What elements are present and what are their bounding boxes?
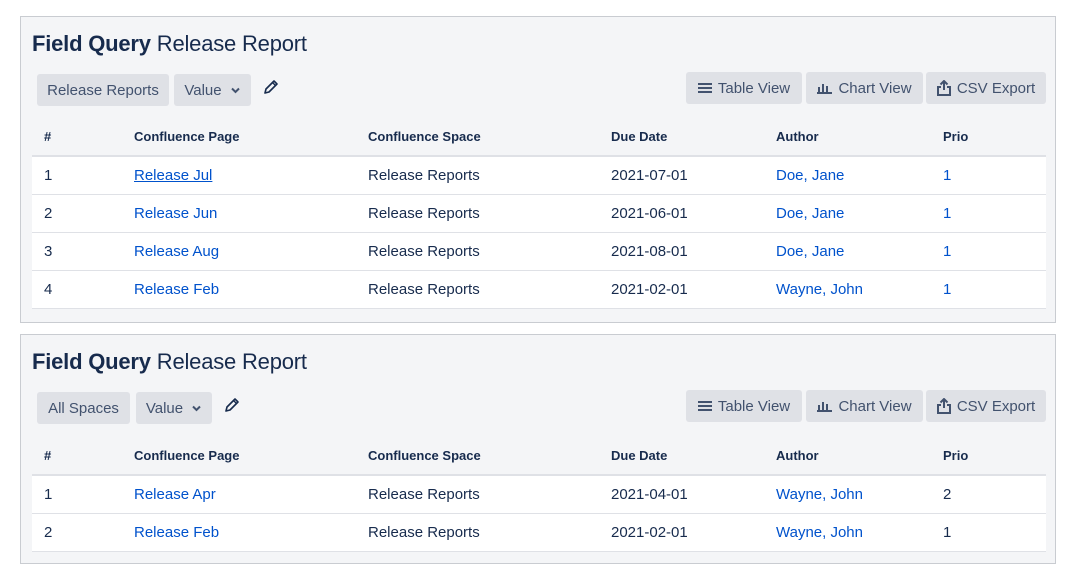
- cell-due-date: 2021-02-01: [599, 513, 764, 552]
- author-link[interactable]: Doe, Jane: [764, 156, 931, 195]
- column-header-page[interactable]: Confluence Page: [122, 436, 356, 476]
- report-panel: Field Query Release Report Release Repor…: [20, 16, 1056, 323]
- cell-number: 2: [32, 194, 122, 233]
- column-header-number[interactable]: #: [32, 117, 122, 157]
- cell-number: 2: [32, 513, 122, 552]
- pencil-icon[interactable]: [262, 78, 280, 96]
- csv-export-label: CSV Export: [956, 397, 1036, 415]
- page-link[interactable]: Release Feb: [122, 513, 356, 552]
- report-table: # Confluence Page Confluence Space Due D…: [32, 436, 1046, 552]
- column-header-due-date[interactable]: Due Date: [599, 436, 764, 476]
- author-link[interactable]: Wayne, John: [764, 270, 931, 309]
- cell-space: Release Reports: [356, 270, 599, 309]
- table-view-label: Table View: [717, 79, 791, 97]
- page-link[interactable]: Release Feb: [122, 270, 356, 309]
- export-share-icon: [936, 80, 951, 96]
- title-rest: Release Report: [156, 31, 307, 56]
- report-table: # Confluence Page Confluence Space Due D…: [32, 117, 1046, 309]
- export-share-icon: [936, 398, 951, 414]
- column-header-author[interactable]: Author: [764, 117, 931, 157]
- cell-due-date: 2021-04-01: [599, 475, 764, 514]
- cell-due-date: 2021-08-01: [599, 232, 764, 271]
- chart-view-label: Chart View: [838, 397, 912, 415]
- cell-prio: 2: [931, 475, 1046, 514]
- table-row: 1 Release Apr Release Reports 2021-04-01…: [32, 475, 1046, 514]
- report-title: Field Query Release Report: [32, 31, 307, 57]
- page-link[interactable]: Release Apr: [122, 475, 356, 514]
- column-header-number[interactable]: #: [32, 436, 122, 476]
- table-view-button[interactable]: Table View: [686, 390, 802, 422]
- title-bold: Field Query: [32, 31, 151, 56]
- list-lines-icon: [697, 400, 712, 412]
- list-lines-icon: [697, 82, 712, 94]
- column-header-prio[interactable]: Prio: [931, 117, 1046, 157]
- prio-link[interactable]: 1: [931, 270, 1046, 309]
- space-filter-button[interactable]: All Spaces: [37, 392, 130, 424]
- page-link[interactable]: Release Aug: [122, 232, 356, 271]
- page-link[interactable]: Release Jul: [122, 156, 356, 195]
- value-dropdown-label: Value: [184, 81, 222, 99]
- table-view-button[interactable]: Table View: [686, 72, 802, 104]
- cell-number: 1: [32, 475, 122, 514]
- column-header-due-date[interactable]: Due Date: [599, 117, 764, 157]
- chart-view-button[interactable]: Chart View: [806, 72, 923, 104]
- cell-number: 4: [32, 270, 122, 309]
- chart-view-button[interactable]: Chart View: [806, 390, 923, 422]
- chart-view-label: Chart View: [838, 79, 912, 97]
- value-dropdown[interactable]: Value: [136, 392, 212, 424]
- prio-link[interactable]: 1: [931, 194, 1046, 233]
- csv-export-button[interactable]: CSV Export: [926, 390, 1046, 422]
- table-row: 3 Release Aug Release Reports 2021-08-01…: [32, 232, 1046, 271]
- table-row: 2 Release Feb Release Reports 2021-02-01…: [32, 513, 1046, 552]
- column-header-space[interactable]: Confluence Space: [356, 117, 599, 157]
- bar-chart-icon: [817, 82, 833, 94]
- value-dropdown-label: Value: [145, 399, 184, 417]
- chevron-down-icon: [192, 405, 201, 411]
- cell-due-date: 2021-06-01: [599, 194, 764, 233]
- cell-space: Release Reports: [356, 513, 599, 552]
- prio-link[interactable]: 1: [931, 156, 1046, 195]
- space-filter-label: Release Reports: [47, 81, 159, 99]
- chevron-down-icon: [230, 87, 240, 93]
- author-link[interactable]: Wayne, John: [764, 475, 931, 514]
- csv-export-button[interactable]: CSV Export: [926, 72, 1046, 104]
- column-header-prio[interactable]: Prio: [931, 436, 1046, 476]
- cell-due-date: 2021-07-01: [599, 156, 764, 195]
- column-header-author[interactable]: Author: [764, 436, 931, 476]
- bar-chart-icon: [817, 400, 833, 412]
- cell-space: Release Reports: [356, 156, 599, 195]
- report-panel: Field Query Release Report All Spaces Va…: [20, 334, 1056, 564]
- author-link[interactable]: Wayne, John: [764, 513, 931, 552]
- csv-export-label: CSV Export: [956, 79, 1036, 97]
- cell-due-date: 2021-02-01: [599, 270, 764, 309]
- table-row: 2 Release Jun Release Reports 2021-06-01…: [32, 194, 1046, 233]
- page-link[interactable]: Release Jun: [122, 194, 356, 233]
- column-header-page[interactable]: Confluence Page: [122, 117, 356, 157]
- cell-number: 3: [32, 232, 122, 271]
- report-title: Field Query Release Report: [32, 349, 307, 375]
- column-header-space[interactable]: Confluence Space: [356, 436, 599, 476]
- cell-prio: 1: [931, 513, 1046, 552]
- cell-space: Release Reports: [356, 232, 599, 271]
- author-link[interactable]: Doe, Jane: [764, 232, 931, 271]
- table-header-row: # Confluence Page Confluence Space Due D…: [32, 117, 1046, 157]
- table-row: 4 Release Feb Release Reports 2021-02-01…: [32, 270, 1046, 309]
- cell-space: Release Reports: [356, 475, 599, 514]
- author-link[interactable]: Doe, Jane: [764, 194, 931, 233]
- title-bold: Field Query: [32, 349, 151, 374]
- value-dropdown[interactable]: Value: [174, 74, 251, 106]
- title-rest: Release Report: [156, 349, 307, 374]
- table-header-row: # Confluence Page Confluence Space Due D…: [32, 436, 1046, 476]
- cell-number: 1: [32, 156, 122, 195]
- prio-link[interactable]: 1: [931, 232, 1046, 271]
- table-row: 1 Release Jul Release Reports 2021-07-01…: [32, 156, 1046, 195]
- table-view-label: Table View: [717, 397, 791, 415]
- pencil-icon[interactable]: [223, 396, 241, 414]
- cell-space: Release Reports: [356, 194, 599, 233]
- space-filter-button[interactable]: Release Reports: [37, 74, 169, 106]
- space-filter-label: All Spaces: [48, 399, 119, 417]
